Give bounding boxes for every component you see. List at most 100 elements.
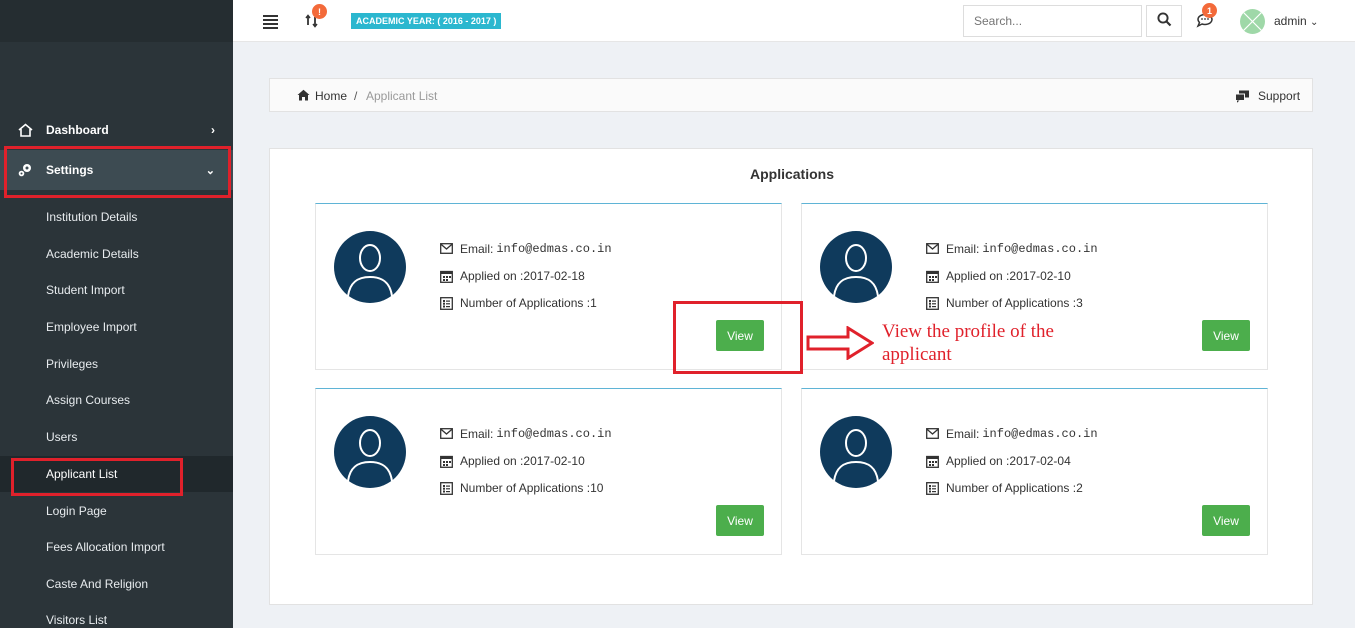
breadcrumb: Home / Applicant List Support — [269, 78, 1313, 112]
applied-label: Applied on : — [460, 269, 524, 283]
support-link[interactable]: Support — [1258, 89, 1300, 103]
chat-badge: 1 — [1202, 3, 1217, 18]
sidebar-item-label: Academic Details — [46, 247, 139, 261]
annotation-box-view-button — [673, 301, 803, 374]
sidebar-item-institution-details[interactable]: Institution Details — [0, 199, 233, 235]
applicant-avatar-icon — [334, 409, 406, 495]
email-value: info@edmas.co.in — [982, 242, 1098, 256]
annotation-text: View the profile of the applicant — [882, 321, 1054, 365]
annotation-box-applicant-list — [11, 458, 183, 496]
sidebar: Dashboard › Settings ⌄ Institution Detai… — [0, 0, 233, 628]
sidebar-item-label: Employee Import — [46, 320, 137, 334]
applicant-card: Email: info@edmas.co.in Applied on :2017-… — [801, 388, 1268, 555]
applicant-applied-on: Applied on :2017-02-18 — [440, 269, 585, 283]
email-value: info@edmas.co.in — [496, 427, 612, 441]
applicant-email: Email: info@edmas.co.in — [926, 242, 1098, 256]
sidebar-item-dashboard[interactable]: Dashboard › — [0, 110, 233, 150]
applicant-email: Email: info@edmas.co.in — [926, 427, 1098, 441]
sidebar-logo-area — [0, 0, 233, 42]
applicant-applied-on: Applied on :2017-02-04 — [926, 454, 1071, 468]
hamburger-menu-icon[interactable] — [263, 15, 278, 29]
sidebar-item-label: Privileges — [46, 357, 99, 371]
sidebar-item-privileges[interactable]: Privileges — [0, 346, 233, 382]
sidebar-item-assign-courses[interactable]: Assign Courses — [0, 382, 233, 418]
sidebar-item-label: Fees Allocation Import — [46, 540, 165, 554]
count-label: Number of Applications : — [946, 296, 1077, 310]
sidebar-item-login-page[interactable]: Login Page — [0, 493, 233, 529]
sidebar-item-employee-import[interactable]: Employee Import — [0, 309, 233, 345]
applicant-applied-on: Applied on :2017-02-10 — [926, 269, 1071, 283]
applicant-avatar-icon — [334, 224, 406, 310]
sidebar-item-label: Login Page — [46, 504, 107, 518]
list-icon — [926, 481, 939, 495]
list-icon — [926, 296, 939, 310]
view-button[interactable]: View — [1202, 320, 1250, 351]
user-name: admin — [1274, 14, 1307, 28]
sidebar-item-label: Dashboard — [46, 123, 109, 137]
count-label: Number of Applications : — [460, 481, 591, 495]
view-button[interactable]: View — [716, 505, 764, 536]
email-label: Email: — [946, 242, 980, 256]
calendar-icon — [440, 270, 453, 283]
sidebar-item-fees-allocation-import[interactable]: Fees Allocation Import — [0, 529, 233, 565]
applicant-applied-on: Applied on :2017-02-10 — [440, 454, 585, 468]
sidebar-item-label: Assign Courses — [46, 393, 131, 407]
email-label: Email: — [460, 427, 494, 441]
home-icon — [297, 89, 310, 104]
search-button[interactable] — [1146, 5, 1182, 37]
count-value: 2 — [1076, 481, 1083, 495]
user-avatar[interactable] — [1240, 9, 1265, 34]
email-label: Email: — [946, 427, 980, 441]
email-label: Email: — [460, 242, 494, 256]
sidebar-item-label: Caste And Religion — [46, 577, 149, 591]
search-input[interactable] — [963, 5, 1142, 37]
sidebar-item-student-import[interactable]: Student Import — [0, 272, 233, 308]
user-menu[interactable]: admin ⌄ — [1274, 14, 1318, 28]
breadcrumb-home-link[interactable]: Home — [315, 89, 347, 103]
list-icon — [440, 296, 453, 310]
applied-value: 2017-02-10 — [1009, 269, 1071, 283]
envelope-icon — [926, 427, 939, 441]
view-button[interactable]: View — [1202, 505, 1250, 536]
calendar-icon — [440, 455, 453, 468]
sidebar-item-label: Users — [46, 430, 78, 444]
applied-label: Applied on : — [460, 454, 524, 468]
applicant-email: Email: info@edmas.co.in — [440, 242, 612, 256]
applicant-count: Number of Applications :1 — [440, 296, 597, 310]
panel-title: Applications — [749, 166, 834, 182]
applicant-count: Number of Applications :3 — [926, 296, 1083, 310]
topbar: ! ACADEMIC YEAR: ( 2016 - 2017 ) 1 admin… — [233, 0, 1355, 42]
applied-value: 2017-02-04 — [1009, 454, 1071, 468]
breadcrumb-separator: / — [354, 89, 358, 103]
chevron-down-icon: ⌄ — [1310, 17, 1319, 28]
applicant-card: Email: info@edmas.co.in Applied on :2017-… — [315, 388, 782, 555]
sidebar-item-label: Institution Details — [46, 210, 138, 224]
sidebar-item-users[interactable]: Users — [0, 419, 233, 455]
sidebar-item-caste-and-religion[interactable]: Caste And Religion — [0, 566, 233, 602]
list-icon — [440, 481, 453, 495]
count-value: 3 — [1076, 296, 1083, 310]
count-label: Number of Applications : — [460, 296, 591, 310]
annotation-arrow-icon — [806, 325, 875, 363]
applied-value: 2017-02-10 — [523, 454, 585, 468]
calendar-icon — [926, 455, 939, 468]
count-value: 10 — [590, 481, 604, 495]
applicant-email: Email: info@edmas.co.in — [440, 427, 612, 441]
calendar-icon — [926, 270, 939, 283]
sidebar-item-visitors-list[interactable]: Visitors List — [0, 602, 233, 628]
sidebar-item-academic-details[interactable]: Academic Details — [0, 236, 233, 272]
email-value: info@edmas.co.in — [982, 427, 1098, 441]
sync-badge: ! — [312, 4, 327, 19]
email-value: info@edmas.co.in — [496, 242, 612, 256]
chevron-right-icon: › — [211, 123, 215, 137]
home-icon — [17, 122, 33, 138]
applicant-count: Number of Applications :10 — [440, 481, 603, 495]
envelope-icon — [440, 242, 453, 256]
applicant-avatar-icon — [820, 224, 892, 310]
envelope-icon — [926, 242, 939, 256]
applied-value: 2017-02-18 — [523, 269, 585, 283]
academic-year-badge[interactable]: ACADEMIC YEAR: ( 2016 - 2017 ) — [351, 13, 502, 29]
search-icon — [1156, 12, 1172, 30]
breadcrumb-current: Applicant List — [366, 89, 438, 103]
applicant-count: Number of Applications :2 — [926, 481, 1083, 495]
